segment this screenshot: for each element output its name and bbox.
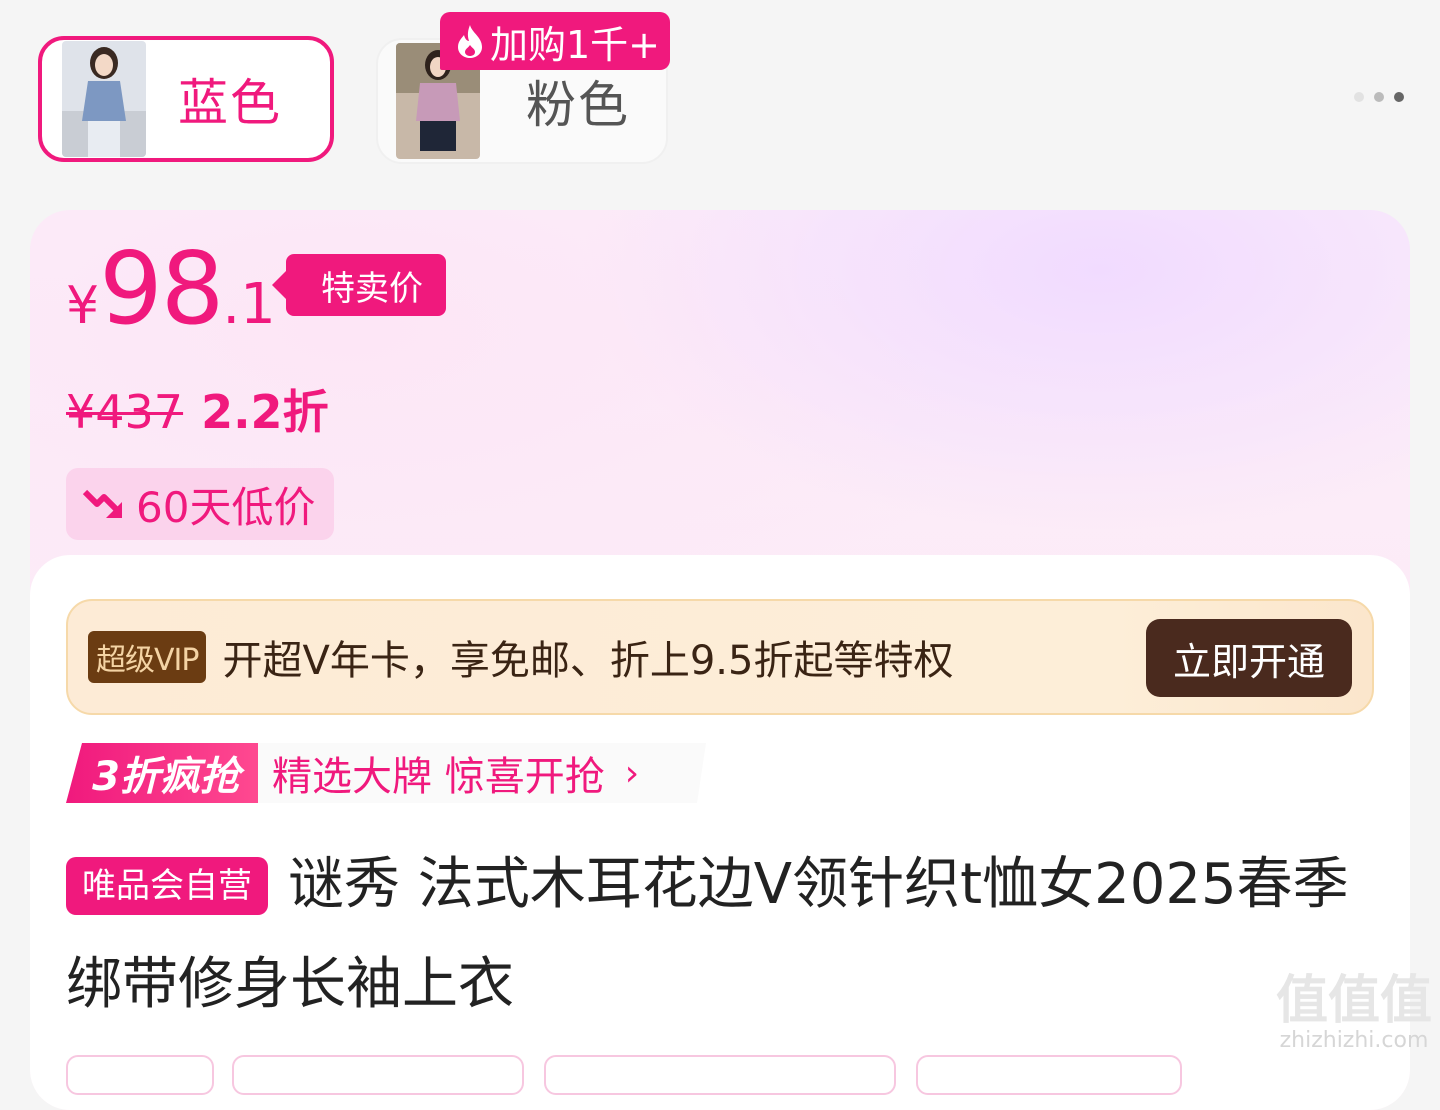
product-thumbnail-blue (62, 41, 146, 157)
watermark-logo: 值值值 zhizhizhi.com (1276, 973, 1432, 1053)
chevron-right-icon: › (624, 752, 640, 794)
sale-price: ¥ 98 .1 (66, 230, 276, 347)
popularity-text: 加购1千+ (490, 22, 661, 67)
trend-down-icon (82, 489, 122, 518)
more-options-icon[interactable] (1354, 92, 1404, 102)
product-title: 唯品会自营 谜秀 法式木耳花边V领针织t恤女2025春季绑带修身长袖上衣 (66, 835, 1366, 1035)
watermark-text: 值值值 (1275, 971, 1432, 1031)
discount-rate: 2.2折 (201, 385, 329, 439)
vip-activate-button[interactable]: 立即开通 (1146, 619, 1352, 697)
product-details-section: 超级VIP 开超V年卡，享免邮、折上9.5折起等特权 立即开通 3折疯抢 精选大… (30, 555, 1410, 1110)
product-tag[interactable] (232, 1055, 524, 1095)
vip-promo-banner[interactable]: 超级VIP 开超V年卡，享免邮、折上9.5折起等特权 立即开通 (66, 599, 1374, 715)
product-tag[interactable] (66, 1055, 214, 1095)
color-option-label: 蓝色 (178, 74, 282, 132)
vip-promo-text: 开超V年卡，享免邮、折上9.5折起等特权 (222, 638, 954, 684)
super-vip-badge: 超级VIP (88, 631, 207, 683)
original-price: ¥437 (66, 385, 184, 439)
product-tag[interactable] (916, 1055, 1182, 1095)
flash-sale-text: 精选大牌 惊喜开抢 (272, 754, 605, 800)
color-option-label: 粉色 (526, 76, 630, 134)
flash-sale-banner[interactable]: 3折疯抢 精选大牌 惊喜开抢 › (66, 743, 706, 803)
color-option-blue[interactable]: 蓝色 (38, 36, 334, 162)
original-price-row: ¥437 2.2折 (66, 376, 329, 442)
popularity-badge: 加购1千+ (440, 12, 670, 70)
price-currency: ¥ (66, 276, 100, 336)
flame-icon (458, 25, 482, 58)
low-price-badge: 60天低价 (66, 468, 334, 540)
watermark-url: zhizhizhi.com (1279, 1028, 1429, 1053)
flash-sale-link[interactable]: 精选大牌 惊喜开抢 › (258, 743, 706, 803)
self-operated-badge: 唯品会自营 (66, 857, 268, 915)
product-info-card: ¥ 98 .1 特卖价 ¥437 2.2折 60天低价 超级VIP 开超V年卡，享… (30, 210, 1410, 1110)
flash-sale-badge: 3折疯抢 (66, 743, 266, 803)
product-tag[interactable] (544, 1055, 896, 1095)
special-price-tag: 特卖价 (272, 254, 446, 316)
low-price-text: 60天低价 (136, 482, 316, 532)
price-integer: 98 (99, 230, 224, 347)
price-decimal: .1 (222, 272, 276, 337)
